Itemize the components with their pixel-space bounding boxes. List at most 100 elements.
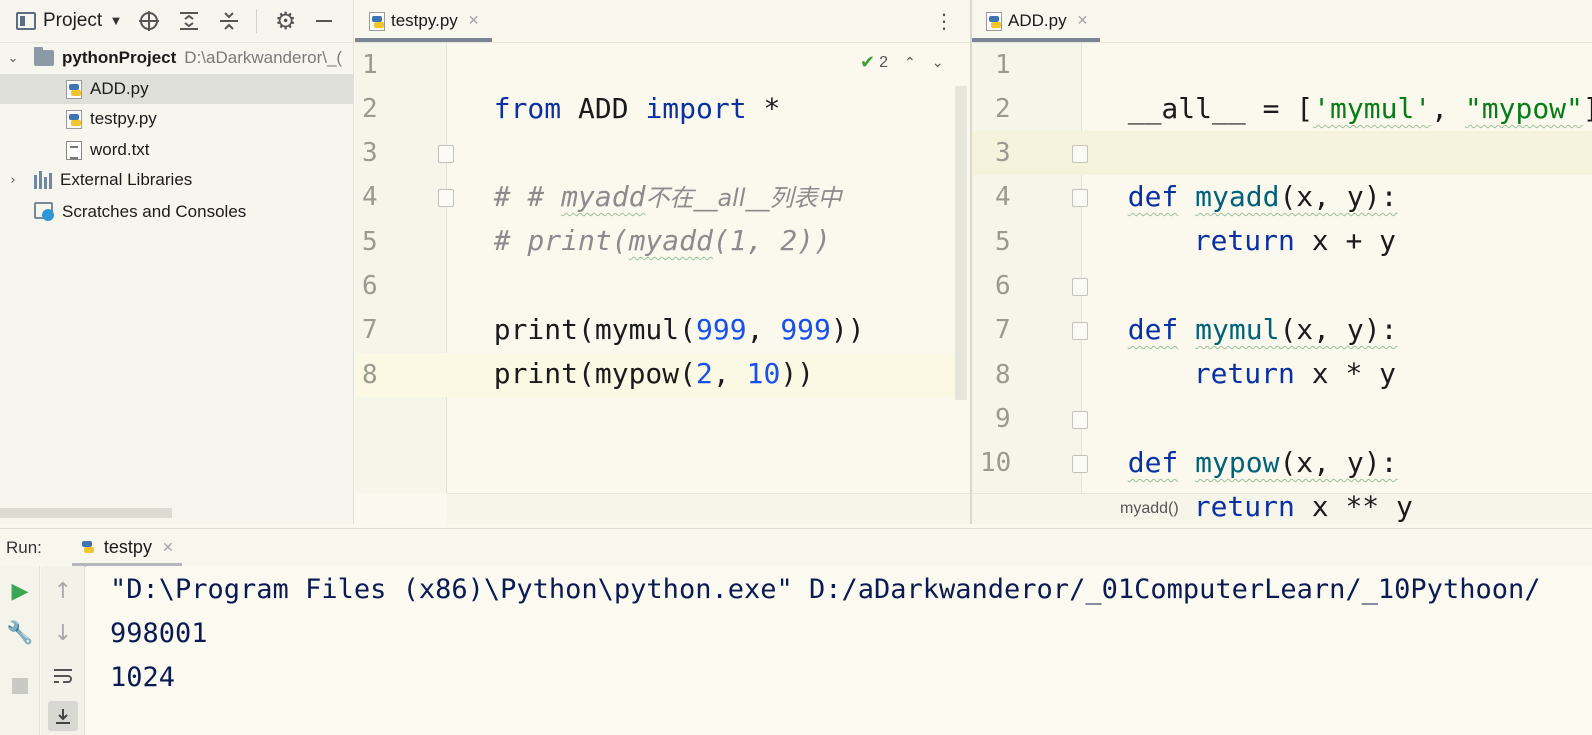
arrow-up-icon[interactable]: ↑ <box>48 576 78 606</box>
code-line-1[interactable]: __all__ = ['mymul', "mypow"] <box>1094 43 1592 125</box>
project-panel: Project ▼ ⚙ ⌄ pythonProject D:\aDarkwand… <box>0 0 354 524</box>
tree-item-testpy-py[interactable]: testpy.py <box>0 104 353 134</box>
code-text: x * y <box>1294 357 1397 390</box>
editor-right-gutter <box>972 43 1082 493</box>
scroll-to-end-icon[interactable] <box>48 701 78 731</box>
fold-marker[interactable] <box>1072 278 1088 296</box>
arrow-down-icon[interactable]: ↓ <box>48 618 78 648</box>
number-literal: 10 <box>746 357 781 390</box>
play-icon[interactable]: ▶ <box>5 576 35 606</box>
check-icon: ✔ <box>860 52 876 73</box>
tab-run-testpy[interactable]: testpy ✕ <box>71 529 182 567</box>
chevron-up-icon[interactable]: ⌃ <box>904 55 916 71</box>
code-line-9[interactable]: def mypow(x, y): <box>1094 397 1398 479</box>
project-title[interactable]: Project <box>43 10 102 32</box>
chevron-down-icon[interactable]: ⌄ <box>932 55 944 71</box>
line-number: 7 <box>995 315 1011 345</box>
tree-item-add-py[interactable]: ADD.py <box>0 74 353 104</box>
fold-marker[interactable] <box>1072 189 1088 207</box>
soft-wrap-icon[interactable] <box>48 661 78 691</box>
code-line-7[interactable]: return x * y <box>1160 308 1396 390</box>
close-icon[interactable]: ✕ <box>1077 13 1089 29</box>
text-file-icon <box>66 140 82 160</box>
console-line: 998001 <box>110 618 208 649</box>
code-text: print(mypow( <box>493 357 697 390</box>
comment: myadd <box>628 224 713 257</box>
more-options-icon[interactable]: ⋮ <box>934 0 970 42</box>
tab-add-py[interactable]: ADD.py ✕ <box>972 0 1101 42</box>
code-line-1[interactable]: from ADD import * <box>460 43 781 125</box>
line-number: 5 <box>995 227 1011 257</box>
code-line-3[interactable]: def myadd(x, y): <box>1094 131 1398 213</box>
tree-root-project[interactable]: ⌄ pythonProject D:\aDarkwanderor\_( <box>0 43 353 73</box>
expand-all-icon[interactable] <box>178 10 200 32</box>
horizontal-scrollbar[interactable] <box>0 508 172 518</box>
line-number: 10 <box>980 448 1012 478</box>
line-number: 4 <box>995 182 1011 212</box>
code-line-3[interactable]: # # myadd不在__all__列表中 <box>460 131 842 213</box>
string-literal: 'mymul' <box>1313 92 1432 125</box>
project-root-path: D:\aDarkwanderor\_( <box>184 48 343 67</box>
project-view-icon[interactable] <box>16 12 36 30</box>
line-number: 6 <box>362 271 378 301</box>
console-toolbar: ↑ ↓ <box>41 566 85 735</box>
file-name: word.txt <box>90 140 150 159</box>
code-line-7[interactable]: print(mypow(2, 10)) <box>460 308 814 390</box>
locate-icon[interactable] <box>138 10 160 32</box>
module-name: ADD <box>561 92 646 125</box>
external-libraries-label: External Libraries <box>60 170 193 189</box>
python-file-icon <box>369 11 385 31</box>
line-number: 8 <box>995 360 1011 390</box>
code-text: ] <box>1583 92 1592 125</box>
editor-left-tabbar: testpy.py ✕ ⋮ <box>355 0 970 43</box>
code-line-6[interactable]: print(mymul(999, 999)) <box>460 264 865 346</box>
code-text: , <box>1431 92 1465 125</box>
code-line-6[interactable]: def mymul(x, y): <box>1094 264 1398 346</box>
close-icon[interactable]: ✕ <box>162 540 174 556</box>
fold-marker[interactable] <box>438 189 454 207</box>
python-file-icon <box>66 79 82 99</box>
tab-testpy[interactable]: testpy.py ✕ <box>355 0 492 42</box>
chevron-down-icon[interactable]: ⌄ <box>6 51 20 66</box>
line-number: 6 <box>995 271 1011 301</box>
run-toolbar: ▶ 🔧 <box>0 566 40 735</box>
code-text: __all__ = [ <box>1127 92 1314 125</box>
project-toolbar: Project ▼ ⚙ <box>0 0 353 43</box>
scratches-label: Scratches and Consoles <box>62 202 247 221</box>
line-number: 1 <box>362 50 378 80</box>
chevron-right-icon[interactable]: › <box>6 173 20 188</box>
fold-marker[interactable] <box>1072 455 1088 473</box>
fold-marker[interactable] <box>438 145 454 163</box>
wrench-icon[interactable]: 🔧 <box>5 618 35 648</box>
tree-item-word-txt[interactable]: word.txt <box>0 135 353 165</box>
tree-item-scratches[interactable]: Scratches and Consoles <box>0 197 353 227</box>
code-text: )) <box>780 357 815 390</box>
minimize-icon[interactable] <box>314 11 334 31</box>
collapse-all-icon[interactable] <box>218 10 240 32</box>
fold-marker[interactable] <box>1072 145 1088 163</box>
line-number: 5 <box>362 227 378 257</box>
tree-item-external-libraries[interactable]: › External Libraries <box>0 165 353 195</box>
inspection-widget[interactable]: ✔ 2 ⌃ ⌄ <box>860 52 943 73</box>
fold-marker[interactable] <box>1072 322 1088 340</box>
code-text: * <box>746 92 781 125</box>
chevron-down-icon[interactable]: ▼ <box>112 16 120 27</box>
tab-label: ADD.py <box>1008 11 1067 30</box>
vertical-scrollbar[interactable] <box>955 86 967 400</box>
line-number: 4 <box>362 182 378 212</box>
scratches-icon <box>34 202 56 222</box>
code-text: x + y <box>1294 224 1397 257</box>
console-line: 1024 <box>110 662 176 693</box>
editor-left-bottom <box>447 493 970 524</box>
fold-marker[interactable] <box>1072 411 1088 429</box>
code-line-4[interactable]: return x + y <box>1160 175 1396 257</box>
line-number: 2 <box>995 94 1011 124</box>
code-line-4[interactable]: # print(myadd(1, 2)) <box>460 175 831 257</box>
comment: # print( <box>493 224 629 257</box>
close-icon[interactable]: ✕ <box>468 13 480 29</box>
keyword: from <box>493 92 562 125</box>
stop-icon[interactable] <box>5 671 35 701</box>
code-line-10[interactable]: return x ** y <box>1160 441 1413 523</box>
comment: (1, 2)) <box>712 224 831 257</box>
gear-icon[interactable]: ⚙ <box>275 7 297 35</box>
